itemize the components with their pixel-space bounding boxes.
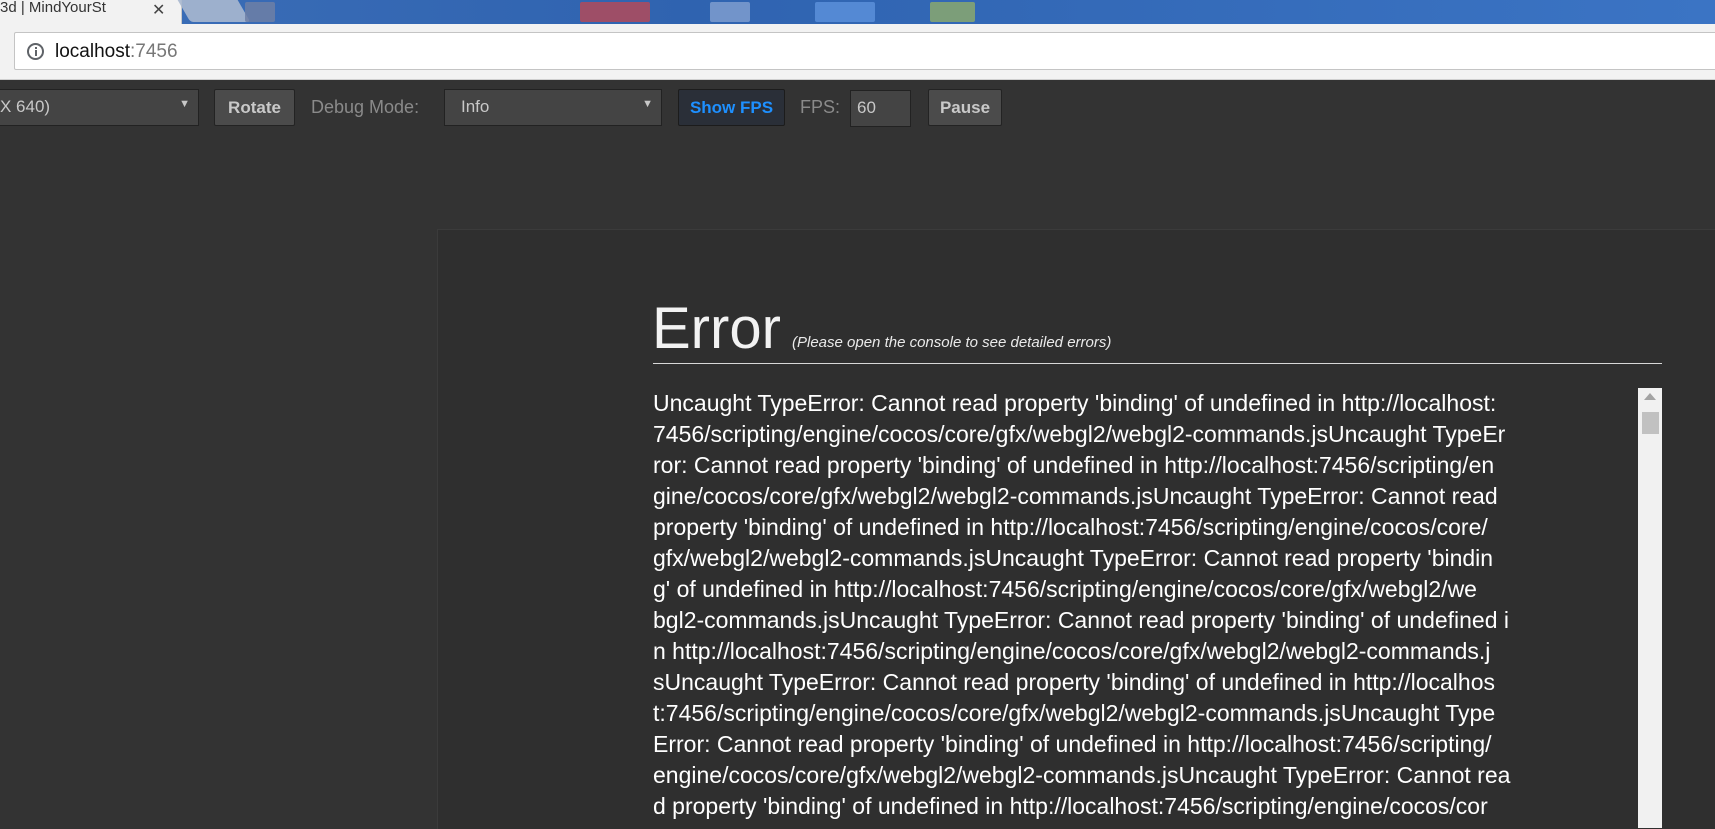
error-line: gfx/webgl2/webgl2-commands.jsUncaught Ty… [653, 545, 1494, 571]
show-fps-button[interactable]: Show FPS [678, 89, 785, 126]
error-line: gine/cocos/core/gfx/webgl2/webgl2-comman… [653, 483, 1498, 509]
browser-tabstrip: 3d | MindYourSt ✕ [0, 0, 1715, 24]
debug-mode-label: Debug Mode: [311, 97, 420, 117]
error-line: d property 'binding' of undefined in htt… [653, 793, 1488, 819]
rotate-button[interactable]: Rotate [214, 89, 295, 126]
error-line: t:7456/scripting/engine/cocos/core/gfx/w… [653, 700, 1496, 726]
error-line: Error: Cannot read property 'binding' of… [653, 731, 1492, 757]
desktop-icon [930, 2, 975, 22]
resolution-select[interactable]: X 640) ▼ [0, 89, 199, 126]
resolution-select-value: X 640) [0, 97, 51, 116]
info-icon[interactable] [27, 43, 44, 60]
error-line: 7456/scripting/engine/cocos/core/gfx/web… [653, 421, 1506, 447]
fps-input[interactable]: 60 [850, 90, 911, 127]
error-title: Error [652, 296, 781, 361]
new-tab-button[interactable] [177, 0, 251, 22]
url-port: :7456 [130, 41, 178, 62]
address-bar: localhost:7456 [0, 24, 1715, 80]
error-hint: (Please open the console to see detailed… [792, 334, 1112, 351]
caret-down-icon: ▼ [179, 98, 190, 110]
preview-toolbar: X 640) ▼ Rotate Debug Mode: Info ▼ Show … [0, 81, 1715, 133]
pause-button[interactable]: Pause [928, 89, 1002, 126]
error-line: bgl2-commands.jsUncaught TypeError: Cann… [653, 607, 1510, 633]
debug-mode-select-value: Info [461, 97, 490, 116]
scroll-thumb[interactable] [1642, 412, 1659, 434]
close-icon[interactable]: ✕ [152, 0, 165, 20]
tab-title-fade [110, 0, 155, 22]
desktop-icon [710, 2, 750, 22]
error-line: engine/cocos/core/gfx/webgl2/webgl2-comm… [653, 762, 1511, 788]
url-host: localhost [55, 41, 130, 62]
desktop-icon [580, 2, 650, 22]
fps-label: FPS: [800, 97, 841, 117]
caret-down-icon: ▼ [642, 98, 653, 110]
url-text[interactable]: localhost:7456 [55, 41, 178, 63]
desktop-icon [245, 2, 275, 22]
error-line: ror: Cannot read property 'binding' of u… [653, 452, 1495, 478]
error-scrollbar[interactable] [1638, 388, 1662, 828]
error-message-box[interactable]: Uncaught TypeError: Cannot read property… [653, 388, 1638, 828]
debug-mode-select[interactable]: Info ▼ [444, 89, 662, 126]
error-line: Uncaught TypeError: Cannot read property… [653, 390, 1497, 416]
error-line: property 'binding' of undefined in http:… [653, 514, 1488, 540]
error-divider [653, 363, 1662, 364]
error-line: n http://localhost:7456/scripting/engine… [653, 638, 1491, 664]
scroll-up-arrow-icon[interactable] [1644, 393, 1656, 400]
url-field[interactable]: localhost:7456 [14, 32, 1715, 70]
desktop-icon [815, 2, 875, 22]
error-line: sUncaught TypeError: Cannot read propert… [653, 669, 1495, 695]
browser-tab[interactable]: 3d | MindYourSt ✕ [0, 0, 182, 24]
error-line: g' of undefined in http://localhost:7456… [653, 576, 1477, 602]
